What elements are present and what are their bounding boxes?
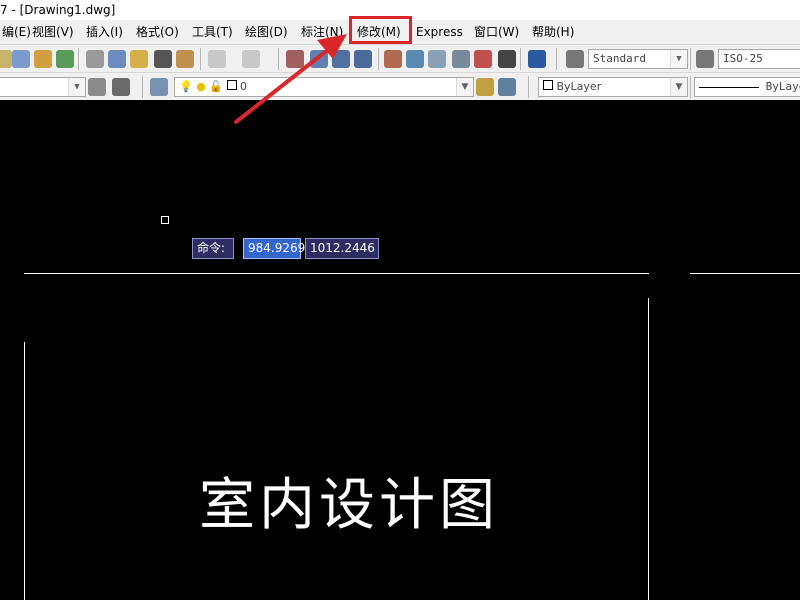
match-properties-icon[interactable] <box>176 50 194 68</box>
crosshair-pickbox <box>161 216 169 224</box>
toolbar-separator <box>556 48 557 70</box>
plot-icon[interactable] <box>34 50 52 68</box>
layers-properties-toolbar: ▼ 💡 ● 🔓 0 ▼ ByLayer ▼ ByLayer <box>0 72 800 102</box>
toolbar-separator <box>78 48 79 70</box>
chevron-down-icon: ▼ <box>68 78 85 96</box>
dynamic-input-y-field[interactable]: 1012.2446 <box>305 238 379 259</box>
markup-icon[interactable] <box>474 50 492 68</box>
publish-icon[interactable] <box>56 50 74 68</box>
toolbar-separator <box>690 76 691 98</box>
menu-draw[interactable]: 绘图(D) <box>243 24 290 40</box>
make-current-layer-icon[interactable] <box>476 78 494 96</box>
paste-icon[interactable] <box>130 50 148 68</box>
chevron-down-icon: ▼ <box>456 78 473 96</box>
menu-express[interactable]: Express <box>414 24 465 40</box>
pan-icon[interactable] <box>286 50 304 68</box>
drawing-canvas[interactable]: 命令: 984.9269 1012.2446 室内设计图 <box>0 100 800 600</box>
toolbar-separator <box>520 48 521 70</box>
open-icon[interactable] <box>0 50 12 68</box>
dynamic-input-x-field[interactable]: 984.9269 <box>243 238 305 259</box>
toolbar-separator <box>142 76 143 98</box>
drawing-title-text: 室内设计图 <box>199 473 499 538</box>
sun-icon: ● <box>196 80 206 93</box>
dim-style-dropdown[interactable]: ISO-25 <box>718 49 800 69</box>
cut-icon[interactable] <box>86 50 104 68</box>
text-style-dropdown[interactable]: Standard ▼ <box>588 49 688 69</box>
dynamic-input-prompt-text: 命令: <box>197 241 226 255</box>
toolbar-separator <box>378 48 379 70</box>
menu-help[interactable]: 帮助(H) <box>530 24 576 40</box>
menu-view[interactable]: 视图(V) <box>30 24 76 40</box>
drawing-line <box>24 273 649 274</box>
toolbar-separator <box>200 48 201 70</box>
dynamic-input-x-text: 984.9269 <box>248 241 306 255</box>
dynamic-input-prompt: 命令: <box>192 238 234 259</box>
standard-toolbar: Standard ▼ ISO-25 <box>0 44 800 73</box>
zoom-previous-icon[interactable] <box>354 50 372 68</box>
brush-icon[interactable] <box>154 50 172 68</box>
zoom-realtime-icon[interactable] <box>310 50 328 68</box>
workspace-dropdown[interactable]: ▼ <box>0 77 86 97</box>
color-swatch <box>543 80 553 90</box>
design-center-icon[interactable] <box>406 50 424 68</box>
lock-icon: 🔓 <box>209 80 224 93</box>
menu-window[interactable]: 窗口(W) <box>472 24 521 40</box>
color-control-dropdown[interactable]: ByLayer ▼ <box>538 77 688 97</box>
drawing-line <box>648 298 649 600</box>
text-style-icon <box>566 50 584 68</box>
sheet-set-icon[interactable] <box>452 50 470 68</box>
zoom-window-icon[interactable] <box>332 50 350 68</box>
workspace-save-icon[interactable] <box>112 78 130 96</box>
menu-insert[interactable]: 插入(I) <box>84 24 125 40</box>
linetype-control-value: ByLayer <box>765 80 800 93</box>
properties-icon[interactable] <box>384 50 402 68</box>
toolbar-separator <box>690 48 691 70</box>
menu-dimension[interactable]: 标注(N) <box>299 24 345 40</box>
modify-menu-highlight-box <box>349 16 412 44</box>
tool-palettes-icon[interactable] <box>428 50 446 68</box>
redo-icon[interactable] <box>242 50 260 68</box>
menu-edit[interactable]: 编(E) <box>0 24 33 40</box>
layer-name: 0 <box>240 80 248 93</box>
dynamic-input-y-text: 1012.2446 <box>310 241 375 255</box>
menu-format[interactable]: 格式(O) <box>134 24 181 40</box>
layer-color-swatch <box>226 80 237 90</box>
toolbar-separator <box>278 48 279 70</box>
workspace-settings-icon[interactable] <box>88 78 106 96</box>
window-title: 7 - [Drawing1.dwg] <box>0 3 116 17</box>
drawing-line <box>690 273 800 274</box>
save-icon[interactable] <box>12 50 30 68</box>
undo-icon[interactable] <box>208 50 226 68</box>
dim-style-value: ISO-25 <box>723 52 763 65</box>
help-icon[interactable] <box>528 50 546 68</box>
layer-manager-icon[interactable] <box>150 78 168 96</box>
text-style-value: Standard <box>593 52 646 65</box>
menu-tools[interactable]: 工具(T) <box>190 24 235 40</box>
calculator-icon[interactable] <box>498 50 516 68</box>
chevron-down-icon: ▼ <box>670 50 687 68</box>
bulb-icon: 💡 <box>179 80 193 93</box>
layer-previous-icon[interactable] <box>498 78 516 96</box>
toolbar-separator <box>528 76 529 98</box>
linetype-sample <box>699 86 759 88</box>
dim-style-icon <box>696 50 714 68</box>
copy-icon[interactable] <box>108 50 126 68</box>
color-control-value: ByLayer <box>556 80 602 93</box>
chevron-down-icon: ▼ <box>670 78 687 96</box>
linetype-control-dropdown[interactable]: ByLayer <box>694 77 800 97</box>
layer-dropdown[interactable]: 💡 ● 🔓 0 ▼ <box>174 77 474 97</box>
